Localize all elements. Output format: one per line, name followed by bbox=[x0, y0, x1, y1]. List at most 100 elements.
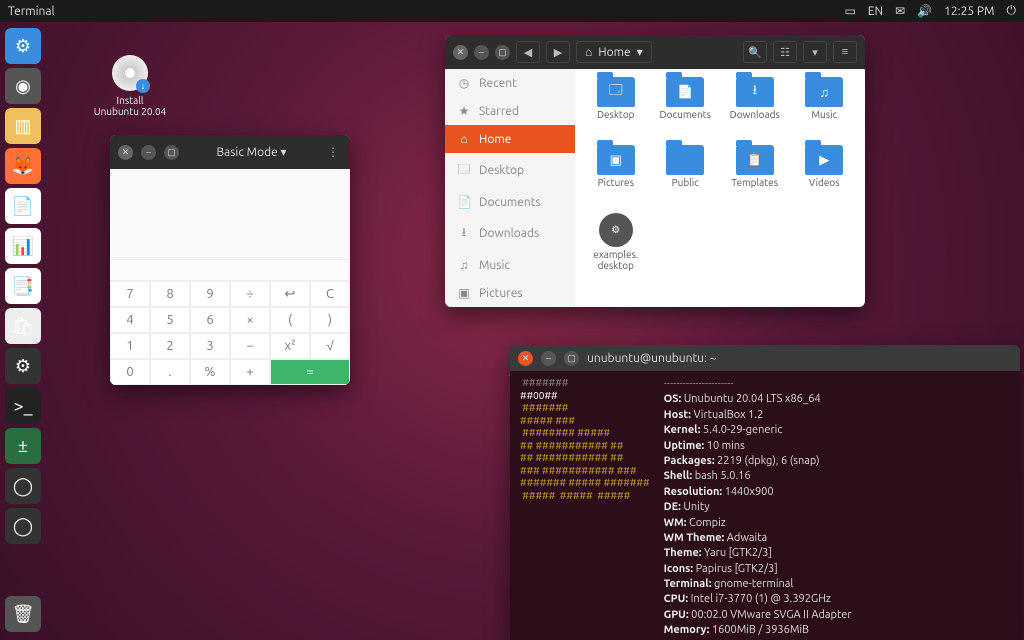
calc-key-4[interactable]: 4 bbox=[110, 307, 150, 333]
dock-item-disk2[interactable]: ◯ bbox=[5, 508, 41, 544]
back-button[interactable]: ◀ bbox=[516, 41, 540, 63]
folder-public[interactable]: Public bbox=[653, 145, 719, 209]
file-examples-desktop[interactable]: ⚙examples. desktop bbox=[583, 213, 649, 277]
calc-key-7[interactable]: 7 bbox=[110, 281, 150, 307]
folder-videos[interactable]: ▶Videos bbox=[792, 145, 858, 209]
dock-item-settings[interactable]: ⚙ bbox=[5, 28, 41, 64]
folder-desktop[interactable]: 🗔Desktop bbox=[583, 77, 649, 141]
calc-key-9[interactable]: 9 bbox=[190, 281, 230, 307]
activities-label[interactable]: Terminal bbox=[8, 5, 55, 18]
clock[interactable]: 12:25 PM bbox=[944, 5, 994, 18]
home-icon: ⌂ bbox=[585, 45, 592, 59]
dock-item-software[interactable]: 🛍 bbox=[5, 308, 41, 344]
sidebar-item-music[interactable]: ♫Music bbox=[445, 251, 575, 279]
calc-key-x²[interactable]: x² bbox=[270, 333, 310, 359]
calc-keypad: 789÷↩C 456×() 123−x²√ 0.%+= bbox=[110, 281, 350, 385]
calc-key-↩[interactable]: ↩ bbox=[270, 281, 310, 307]
calc-key-3[interactable]: 3 bbox=[190, 333, 230, 359]
desktop-icon-label-2: Unubuntu 20.04 bbox=[90, 106, 170, 117]
close-icon[interactable]: ✕ bbox=[518, 351, 533, 366]
calc-key-([interactable]: ( bbox=[270, 307, 310, 333]
dock-item-files[interactable]: ▥ bbox=[5, 108, 41, 144]
calc-display bbox=[110, 169, 350, 259]
calc-key-2[interactable]: 2 bbox=[150, 333, 190, 359]
folder-templates[interactable]: 📋Templates bbox=[722, 145, 788, 209]
neofetch-ascii: ####### ##00## ####### ##### ### #######… bbox=[520, 377, 650, 502]
desktop-icon-label-1: Install bbox=[90, 95, 170, 106]
desktop-installer-icon[interactable]: ↓ Install Unubuntu 20.04 bbox=[90, 55, 170, 117]
calc-key-=[interactable]: = bbox=[270, 359, 350, 385]
home-icon: ⌂ bbox=[457, 132, 471, 146]
close-icon[interactable]: ✕ bbox=[453, 45, 468, 60]
sidebar-item-starred[interactable]: ★Starred bbox=[445, 97, 575, 125]
sidebar-item-documents[interactable]: 📄Documents bbox=[445, 188, 575, 216]
volume-icon[interactable]: 🔊 bbox=[917, 4, 932, 18]
dock-item-tweaks[interactable]: ⚙ bbox=[5, 348, 41, 384]
keyboard-lang[interactable]: EN bbox=[868, 5, 883, 18]
folder-pictures[interactable]: ▣Pictures bbox=[583, 145, 649, 209]
calc-key-×[interactable]: × bbox=[230, 307, 270, 333]
dock-item-firefox[interactable]: 🦊 bbox=[5, 148, 41, 184]
calc-key-)[interactable]: ) bbox=[310, 307, 350, 333]
mail-icon[interactable]: ✉ bbox=[895, 4, 905, 18]
calc-key-%[interactable]: % bbox=[190, 359, 230, 385]
maximize-icon[interactable]: ▢ bbox=[564, 351, 579, 366]
dock-item-calculator[interactable]: ± bbox=[5, 428, 41, 464]
dock-item-disk1[interactable]: ◯ bbox=[5, 468, 41, 504]
dock-item-impress[interactable]: 📑 bbox=[5, 268, 41, 304]
pictures-icon: ▣ bbox=[457, 286, 471, 300]
calculator-window: ✕ – ▢ Basic Mode ▾ ⋮ 789÷↩C 456×() 123−x²√… bbox=[110, 135, 350, 385]
calc-key-6[interactable]: 6 bbox=[190, 307, 230, 333]
calc-key-−[interactable]: − bbox=[230, 333, 270, 359]
minimize-icon[interactable]: – bbox=[474, 45, 489, 60]
neofetch-info: ----------------------OS: Unubuntu 20.04… bbox=[664, 377, 1010, 640]
sidebar-item-desktop[interactable]: 🗔Desktop bbox=[445, 153, 575, 188]
sidebar-item-downloads[interactable]: ⭳Downloads bbox=[445, 216, 575, 251]
dock-item-installer[interactable]: ◉ bbox=[5, 68, 41, 104]
calc-key-C[interactable]: C bbox=[310, 281, 350, 307]
starred-icon: ★ bbox=[457, 104, 471, 118]
screen-icon[interactable]: ▭ bbox=[844, 4, 855, 18]
sidebar-item-pictures[interactable]: ▣Pictures bbox=[445, 279, 575, 307]
maximize-icon[interactable]: ▢ bbox=[164, 145, 179, 160]
calc-key-÷[interactable]: ÷ bbox=[230, 281, 270, 307]
calc-input[interactable] bbox=[110, 259, 350, 281]
minimize-icon[interactable]: – bbox=[141, 145, 156, 160]
calc-key-5[interactable]: 5 bbox=[150, 307, 190, 333]
close-icon[interactable]: ✕ bbox=[118, 145, 133, 160]
dock-item-writer[interactable]: 📄 bbox=[5, 188, 41, 224]
path-bar[interactable]: ⌂ Home ▾ bbox=[576, 41, 652, 63]
folder-music[interactable]: ♫Music bbox=[792, 77, 858, 141]
folder-documents[interactable]: 📄Documents bbox=[653, 77, 719, 141]
view-toggle-icon[interactable]: ☷ bbox=[773, 41, 797, 63]
terminal-body[interactable]: ####### ##00## ####### ##### ### #######… bbox=[510, 371, 1020, 640]
folder-downloads[interactable]: ⭳Downloads bbox=[722, 77, 788, 141]
documents-icon: 📄 bbox=[457, 195, 471, 209]
download-badge-icon: ↓ bbox=[136, 79, 150, 93]
power-icon[interactable]: ⏻ bbox=[1007, 4, 1017, 18]
search-icon[interactable]: 🔍 bbox=[743, 41, 767, 63]
sidebar-item-recent[interactable]: ◷Recent bbox=[445, 69, 575, 97]
downloads-icon: ⭳ bbox=[457, 223, 471, 244]
calc-key-+[interactable]: + bbox=[230, 359, 270, 385]
calc-key-8[interactable]: 8 bbox=[150, 281, 190, 307]
minimize-icon[interactable]: – bbox=[541, 351, 556, 366]
music-icon: ♫ bbox=[457, 258, 471, 272]
calc-mode-dropdown[interactable]: Basic Mode ▾ bbox=[187, 145, 316, 159]
hamburger-icon[interactable]: ⋮ bbox=[324, 145, 342, 159]
file-manager-folder-view[interactable]: 🗔Desktop📄Documents⭳Downloads♫Music ▣Pictu… bbox=[575, 69, 865, 307]
dock-trash[interactable]: 🗑 bbox=[5, 596, 41, 632]
maximize-icon[interactable]: ▢ bbox=[495, 45, 510, 60]
terminal-title: unubuntu@unubuntu: ~ bbox=[587, 352, 717, 365]
forward-button[interactable]: ▶ bbox=[546, 41, 570, 63]
calc-key-.[interactable]: . bbox=[150, 359, 190, 385]
calc-key-0[interactable]: 0 bbox=[110, 359, 150, 385]
calc-key-1[interactable]: 1 bbox=[110, 333, 150, 359]
view-dropdown-icon[interactable]: ▾ bbox=[803, 41, 827, 63]
sidebar-item-home[interactable]: ⌂Home bbox=[445, 125, 575, 153]
hamburger-icon[interactable]: ≡ bbox=[833, 41, 857, 63]
calc-key-√[interactable]: √ bbox=[310, 333, 350, 359]
dock-item-calc[interactable]: 📊 bbox=[5, 228, 41, 264]
chevron-down-icon: ▾ bbox=[637, 45, 643, 59]
dock-item-terminal[interactable]: >_ bbox=[5, 388, 41, 424]
